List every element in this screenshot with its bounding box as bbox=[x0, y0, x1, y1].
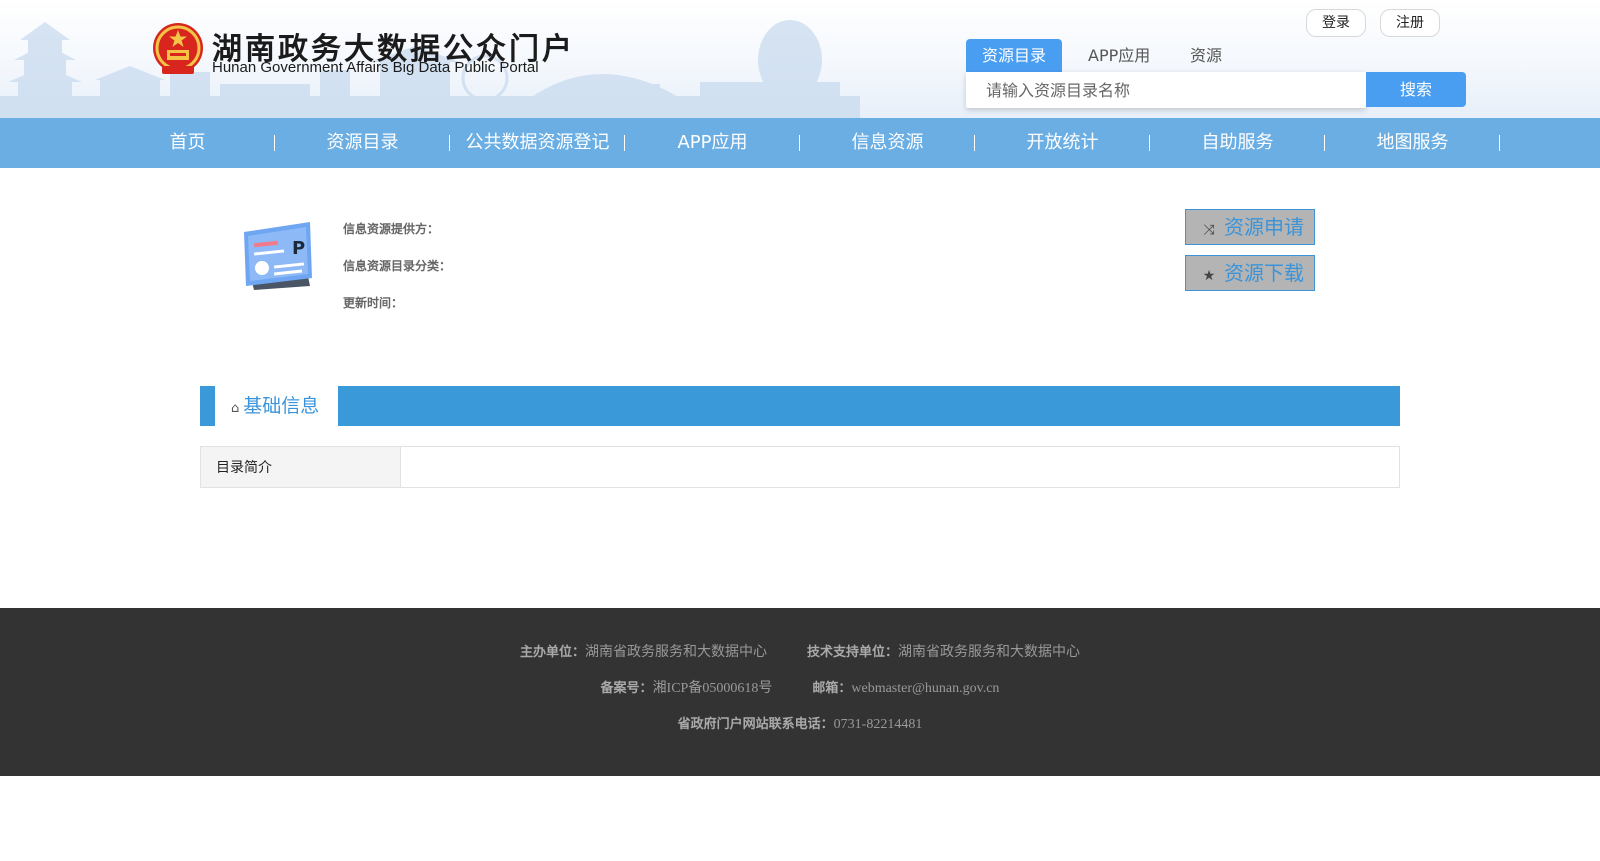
catalog-intro-label: 目录简介 bbox=[201, 447, 401, 487]
footer-icp-value[interactable]: 湘ICP备05000618号 bbox=[653, 681, 773, 696]
search-tab-app[interactable]: APP应用 bbox=[1088, 39, 1150, 72]
footer-host-label: 主办单位： bbox=[519, 645, 585, 660]
portal-subtitle: Hunan Government Affairs Big Data Public… bbox=[212, 59, 539, 76]
resource-download-button[interactable]: ★ 资源下载 bbox=[1185, 255, 1315, 291]
footer-line-phone: 省政府门户网站联系电话：0731-82214481 bbox=[0, 713, 1600, 733]
search-input[interactable] bbox=[966, 72, 1366, 108]
nav-item-map[interactable]: 地图服务 bbox=[1325, 118, 1500, 168]
nav-item-info-resources[interactable]: 信息资源 bbox=[800, 118, 975, 168]
site-header: 湖南政务大数据公众门户 Hunan Government Affairs Big… bbox=[0, 0, 1600, 118]
footer-email-value[interactable]: webmaster@hunan.gov.cn bbox=[851, 681, 999, 696]
info-table: 目录简介 bbox=[200, 446, 1400, 488]
nav-item-app[interactable]: APP应用 bbox=[625, 118, 800, 168]
nav-item-home[interactable]: 首页 bbox=[100, 118, 275, 168]
resource-updated-label: 更新时间： bbox=[343, 296, 404, 310]
footer-tech-label: 技术支持单位： bbox=[807, 645, 899, 660]
register-button[interactable]: 注册 bbox=[1380, 9, 1440, 37]
site-footer: 主办单位：湖南省政务服务和大数据中心 技术支持单位：湖南省政务服务和大数据中心 备… bbox=[0, 608, 1600, 776]
footer-phone-value: 0731-82214481 bbox=[833, 717, 923, 732]
svg-text:P: P bbox=[292, 238, 305, 259]
resource-apply-label: 资源申请 bbox=[1224, 215, 1304, 239]
nav-divider bbox=[1499, 135, 1500, 151]
footer-phone-label: 省政府门户网站联系电话： bbox=[677, 717, 834, 732]
resource-document-icon: P bbox=[244, 222, 312, 290]
main-nav: 首页 资源目录 公共数据资源登记 APP应用 信息资源 开放统计 自助服务 地图… bbox=[0, 118, 1600, 168]
resource-category-label: 信息资源目录分类： bbox=[343, 259, 452, 273]
search-tab-catalog[interactable]: 资源目录 bbox=[966, 39, 1062, 72]
resource-apply-button[interactable]: ⤨ 资源申请 bbox=[1185, 209, 1315, 245]
shuffle-icon: ⤨ bbox=[1203, 222, 1215, 238]
footer-line-icp: 备案号：湘ICP备05000618号 邮箱：webmaster@hunan.gov… bbox=[0, 677, 1600, 697]
national-emblem bbox=[153, 23, 203, 74]
resource-download-label: 资源下载 bbox=[1224, 261, 1304, 285]
footer-tech-value: 湖南省政务服务和大数据中心 bbox=[898, 645, 1081, 660]
home-icon: ⌂ bbox=[231, 401, 240, 416]
nav-item-registration[interactable]: 公共数据资源登记 bbox=[450, 118, 625, 168]
star-icon: ★ bbox=[1202, 268, 1216, 284]
footer-host-value: 湖南省政务服务和大数据中心 bbox=[585, 645, 767, 660]
tab-basic-info-label: 基础信息 bbox=[243, 395, 320, 417]
resource-provider-label: 信息资源提供方： bbox=[343, 222, 440, 236]
nav-item-self-service[interactable]: 自助服务 bbox=[1150, 118, 1325, 168]
search-button[interactable]: 搜索 bbox=[1366, 72, 1466, 107]
tab-basic-info[interactable]: ⌂ 基础信息 bbox=[215, 386, 338, 426]
login-button[interactable]: 登录 bbox=[1306, 9, 1366, 37]
detail-tab-bar: ⌂ 基础信息 bbox=[200, 386, 1400, 426]
search-box bbox=[966, 72, 1366, 108]
nav-item-catalog[interactable]: 资源目录 bbox=[275, 118, 450, 168]
search-tab-resource[interactable]: 资源 bbox=[1190, 39, 1222, 72]
footer-icp-label: 备案号： bbox=[600, 681, 653, 696]
footer-line-host: 主办单位：湖南省政务服务和大数据中心 技术支持单位：湖南省政务服务和大数据中心 bbox=[0, 641, 1600, 661]
nav-item-statistics[interactable]: 开放统计 bbox=[975, 118, 1150, 168]
footer-email-label: 邮箱： bbox=[812, 681, 852, 696]
catalog-intro-value bbox=[401, 447, 1399, 487]
